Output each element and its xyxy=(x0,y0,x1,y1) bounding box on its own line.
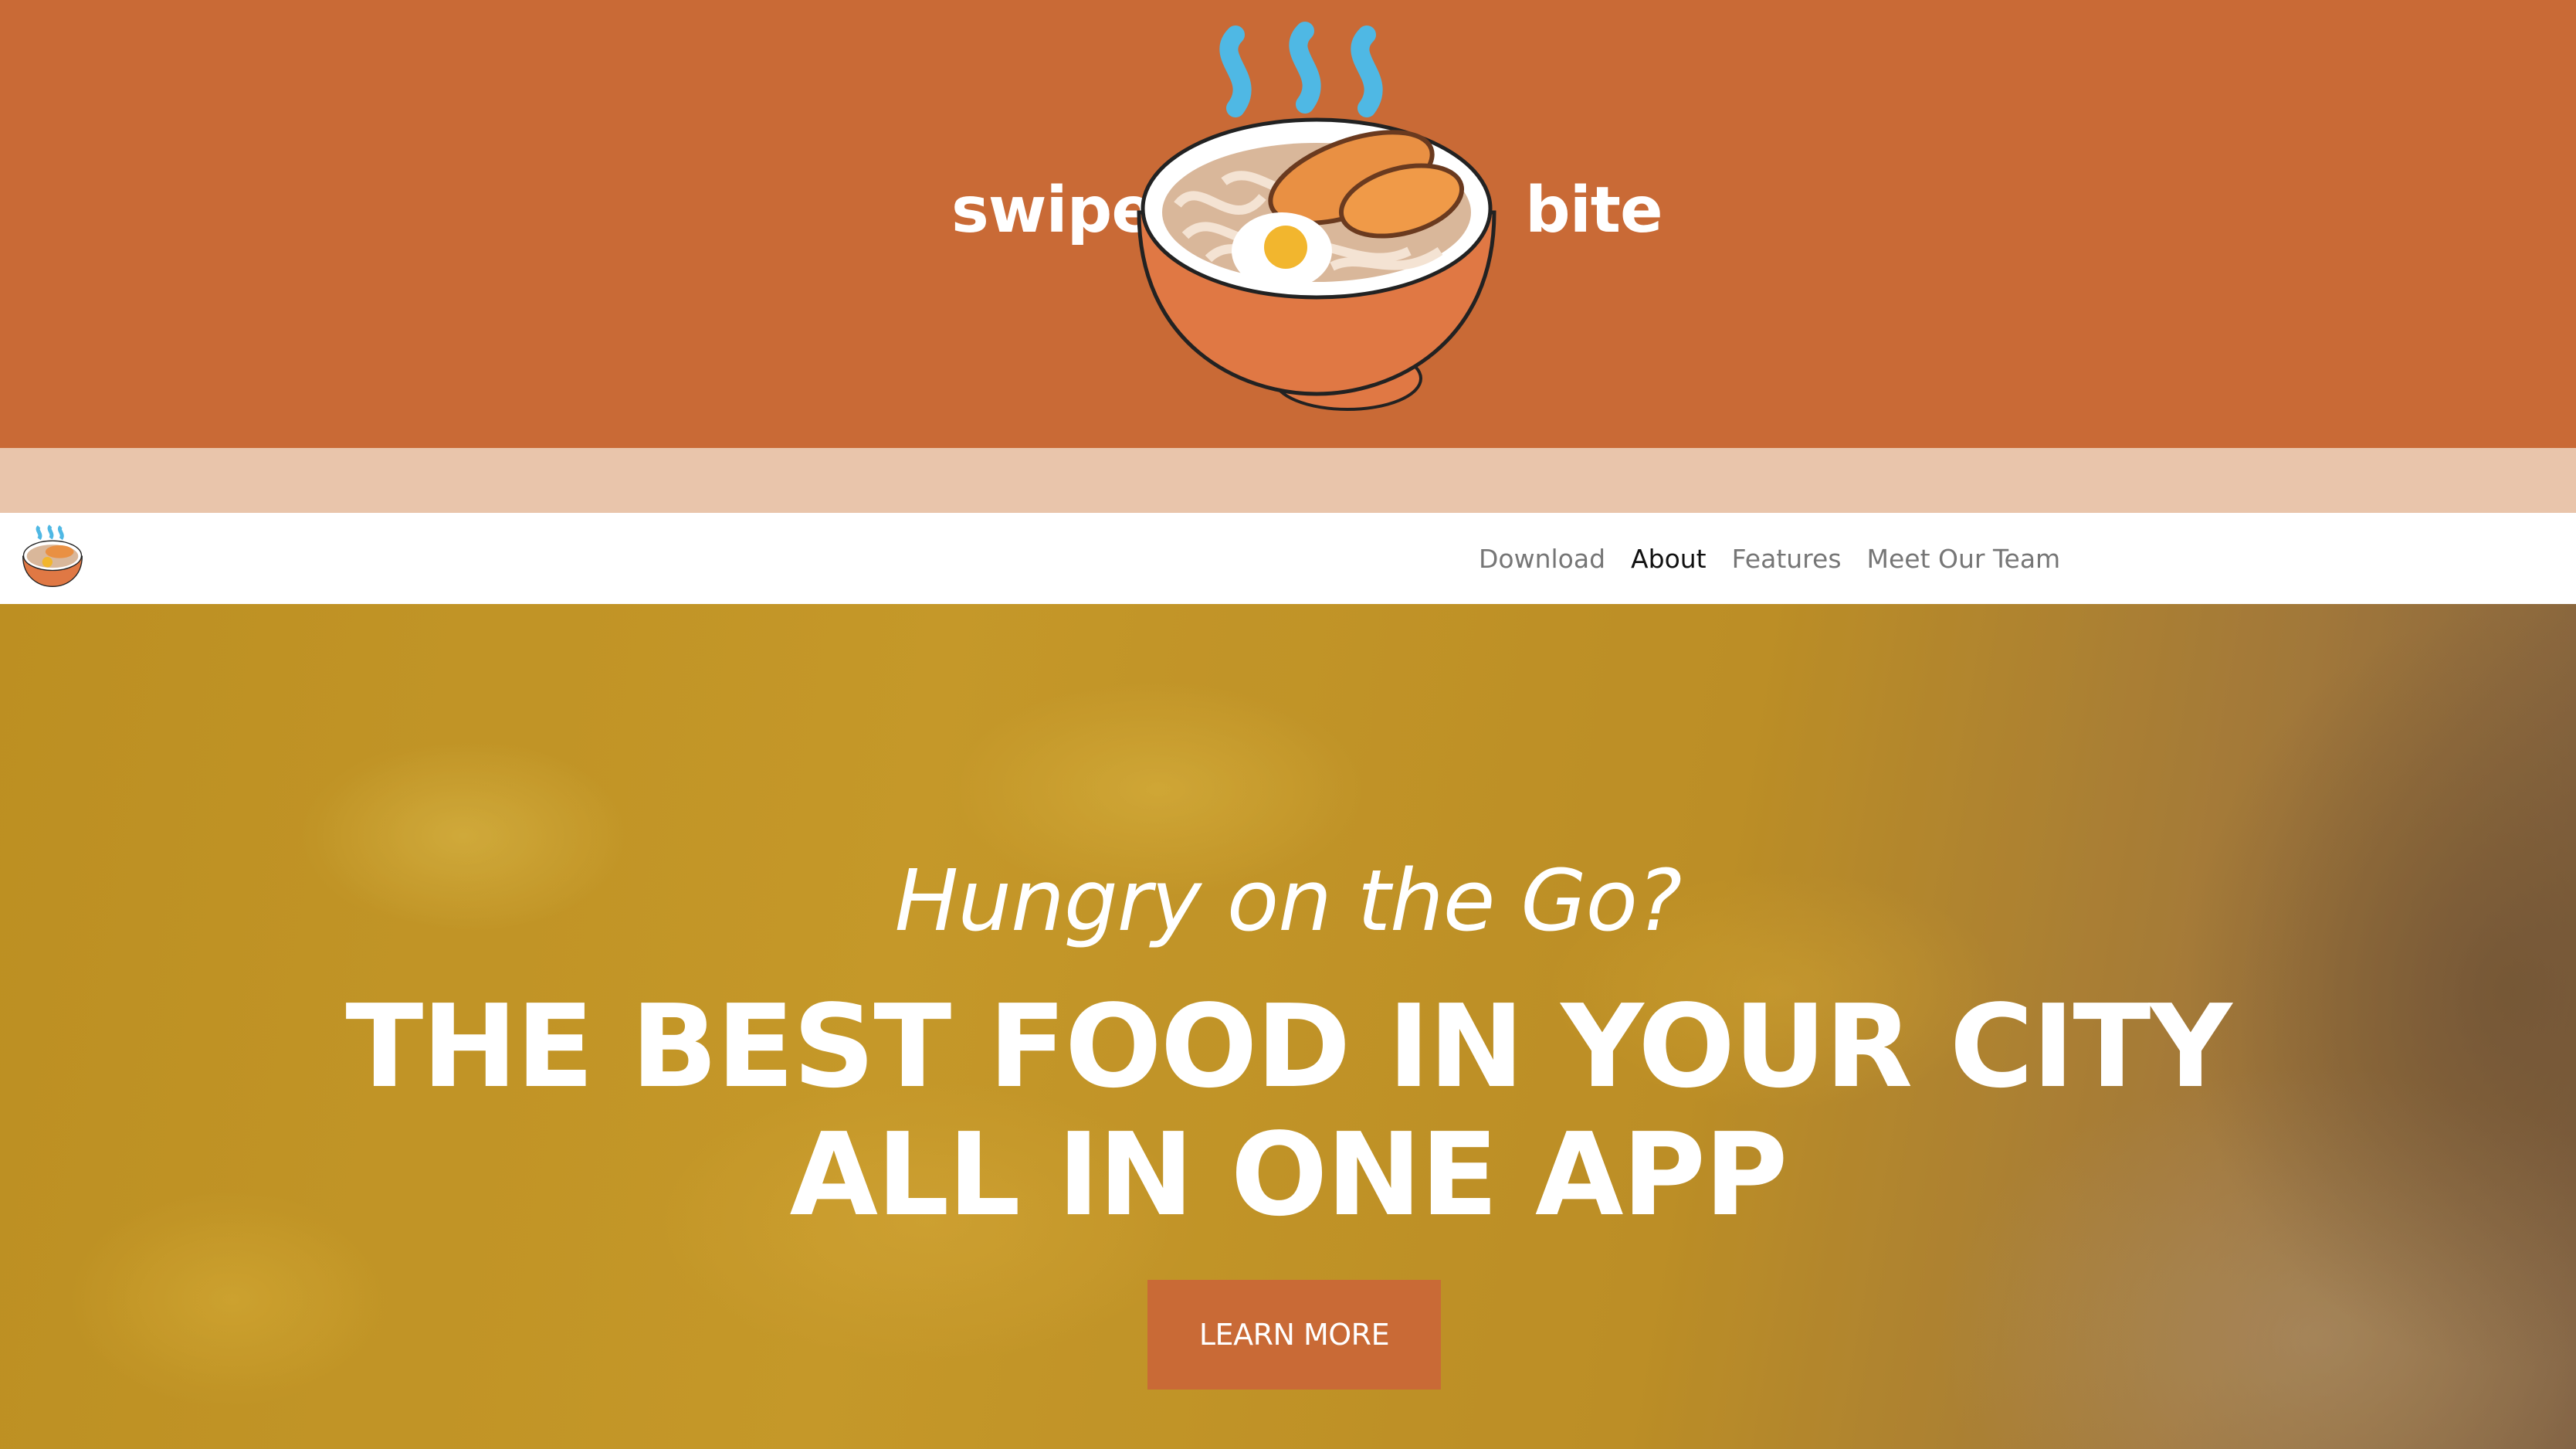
nav-link-download[interactable]: Download xyxy=(1479,544,1605,574)
hero-section: Hungry on the Go? THE BEST FOOD IN YOUR … xyxy=(0,604,2576,1449)
brand-word-bite: bite xyxy=(1525,174,1663,247)
learn-more-button[interactable]: LEARN MORE xyxy=(1147,1280,1441,1390)
hero-title-line-2: ALL IN ONE APP xyxy=(789,1108,1788,1241)
nav-links: Download About Features Meet Our Team xyxy=(1479,513,2086,604)
brand-word-swipe: swipe xyxy=(951,174,1154,247)
header-banner: swipe bite xyxy=(0,0,2576,448)
hero-title-line-1: THE BEST FOOD IN YOUR CITY xyxy=(345,980,2232,1113)
nav-link-about[interactable]: About xyxy=(1631,544,1707,574)
hero-title: THE BEST FOOD IN YOUR CITY ALL IN ONE AP… xyxy=(0,982,2576,1239)
nav-link-features[interactable]: Features xyxy=(1732,544,1842,574)
ramen-bowl-icon[interactable] xyxy=(22,522,83,592)
navbar: Download About Features Meet Our Team xyxy=(0,513,2576,604)
ramen-bowl-icon xyxy=(1137,22,1496,411)
accent-strip xyxy=(0,448,2576,513)
hero-subtitle: Hungry on the Go? xyxy=(894,851,1683,950)
nav-link-meet-our-team[interactable]: Meet Our Team xyxy=(1867,544,2061,574)
